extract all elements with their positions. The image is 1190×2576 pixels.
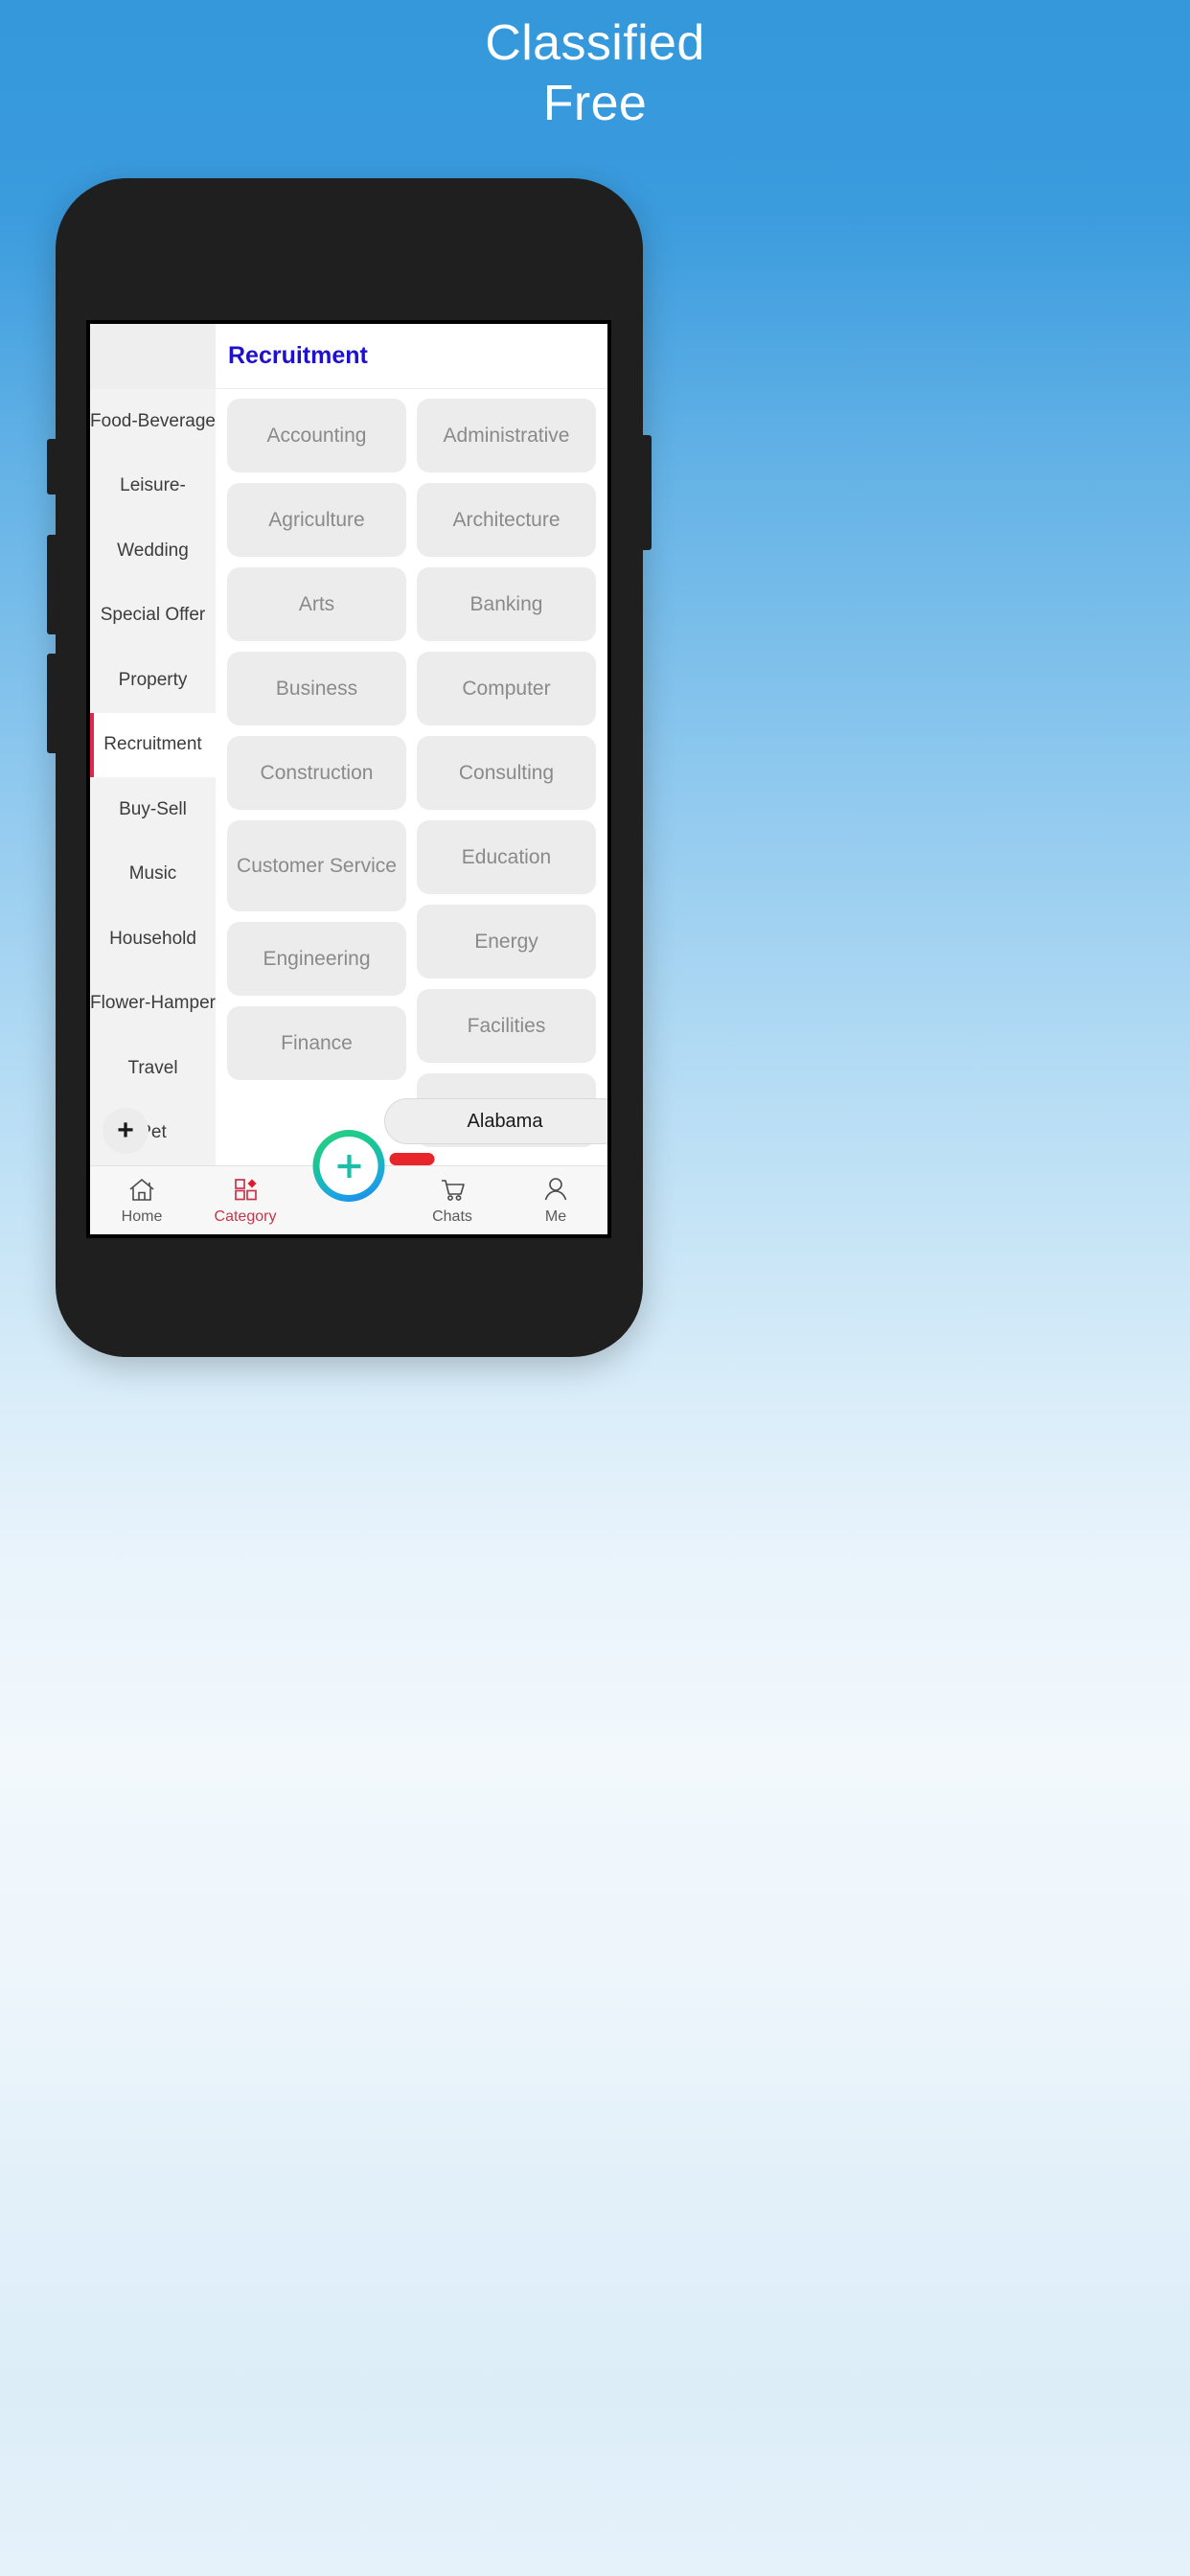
subcategory-chip[interactable]: Engineering	[227, 922, 406, 996]
sidebar-item-special-offer[interactable]: Special Offer	[90, 584, 216, 649]
person-icon	[541, 1175, 570, 1204]
subcategory-chip[interactable]: Facilities	[417, 989, 596, 1063]
subcategory-chip[interactable]: Consulting	[417, 736, 596, 810]
phone-screen: Food-Beverage Leisure- Wedding Special O…	[86, 320, 611, 1238]
nav-label: Category	[214, 1208, 277, 1225]
phone-mockup: Food-Beverage Leisure- Wedding Special O…	[47, 178, 652, 1357]
nav-label: Me	[544, 1208, 567, 1225]
phone-button-volume-up	[47, 535, 57, 634]
sidebar-item-recruitment[interactable]: Recruitment	[90, 712, 216, 777]
sidebar-item-household[interactable]: Household	[90, 907, 216, 972]
nav-item-category[interactable]: Category	[194, 1175, 297, 1226]
subcategory-chip[interactable]: Agriculture	[227, 483, 406, 557]
sidebar-item-flower-hamper[interactable]: Flower-Hamper	[90, 972, 216, 1037]
phone-button-volume-down	[47, 654, 57, 753]
subcategory-column-right: Administrative Architecture Banking Comp…	[417, 399, 596, 1147]
promo-headline: Classified Free	[0, 13, 1190, 135]
subcategory-grid[interactable]: Accounting Agriculture Arts Business Con…	[216, 389, 607, 1165]
phone-button-silent	[47, 439, 57, 494]
subcategory-chip[interactable]: Customer Service	[227, 820, 406, 911]
subcategory-chip[interactable]: Construction	[227, 736, 406, 810]
subcategory-chip[interactable]: Education	[417, 820, 596, 894]
subcategory-chip[interactable]: Business	[227, 652, 406, 725]
subcategory-chip[interactable]: Energy	[417, 905, 596, 978]
nav-label: Chats	[432, 1208, 472, 1225]
nav-item-home[interactable]: Home	[90, 1175, 194, 1226]
nav-item-chats[interactable]: Chats	[400, 1175, 504, 1226]
sidebar-item-label: Travel	[127, 1057, 178, 1078]
location-toast: Alabama	[384, 1098, 607, 1144]
grid-icon	[231, 1175, 260, 1204]
subcategory-chip[interactable]: Administrative	[417, 399, 596, 472]
sidebar-item-leisure[interactable]: Leisure-	[90, 454, 216, 519]
page-indicator	[389, 1153, 434, 1165]
create-post-fab[interactable]	[312, 1130, 385, 1202]
plus-icon	[319, 1137, 378, 1195]
phone-button-power	[641, 435, 652, 550]
sidebar-item-music[interactable]: Music	[90, 842, 216, 908]
nav-item-me[interactable]: Me	[504, 1175, 607, 1226]
promo-line-2: Free	[542, 76, 648, 132]
app-body: Food-Beverage Leisure- Wedding Special O…	[90, 324, 607, 1165]
sidebar-item-buy-sell[interactable]: Buy-Sell	[90, 777, 216, 842]
add-category-button[interactable]: +	[103, 1108, 149, 1154]
sidebar-item-label: Household	[109, 928, 196, 949]
sidebar-item-label: Recruitment	[103, 734, 202, 755]
sidebar-item-label: Property	[118, 669, 188, 690]
sidebar-header-spacer	[90, 324, 216, 389]
page-title: Recruitment	[228, 342, 368, 369]
category-content: Recruitment Accounting Agriculture Arts …	[216, 324, 607, 1165]
nav-label: Home	[121, 1208, 163, 1225]
subcategory-chip[interactable]: Computer	[417, 652, 596, 725]
sidebar-item-label: Flower-Hamper	[90, 993, 216, 1014]
content-header: Recruitment	[216, 324, 607, 389]
subcategory-chip[interactable]: Banking	[417, 567, 596, 641]
sidebar-item-label: Buy-Sell	[119, 798, 187, 819]
subcategory-chip[interactable]: Arts	[227, 567, 406, 641]
promo-line-1: Classified	[485, 15, 705, 71]
sidebar-item-label: Wedding	[117, 540, 189, 561]
sidebar-item-label: Food-Beverage	[90, 410, 216, 431]
sidebar-item-food-beverage[interactable]: Food-Beverage	[90, 389, 216, 454]
sidebar-item-label: Music	[128, 863, 177, 885]
sidebar-item-wedding[interactable]: Wedding	[90, 518, 216, 584]
app-root: Food-Beverage Leisure- Wedding Special O…	[90, 324, 607, 1234]
subcategory-chip[interactable]: Finance	[227, 1006, 406, 1080]
category-sidebar[interactable]: Food-Beverage Leisure- Wedding Special O…	[90, 324, 216, 1165]
sidebar-item-label: Special Offer	[100, 605, 206, 626]
sidebar-list[interactable]: Food-Beverage Leisure- Wedding Special O…	[90, 389, 216, 1165]
subcategory-chip[interactable]: Architecture	[417, 483, 596, 557]
sidebar-item-travel[interactable]: Travel	[90, 1036, 216, 1101]
cart-icon	[438, 1175, 467, 1204]
sidebar-item-property[interactable]: Property	[90, 648, 216, 713]
home-icon	[127, 1175, 156, 1204]
sidebar-item-label: Leisure-	[120, 475, 186, 496]
subcategory-chip[interactable]: Accounting	[227, 399, 406, 472]
subcategory-column-left: Accounting Agriculture Arts Business Con…	[227, 399, 406, 1080]
